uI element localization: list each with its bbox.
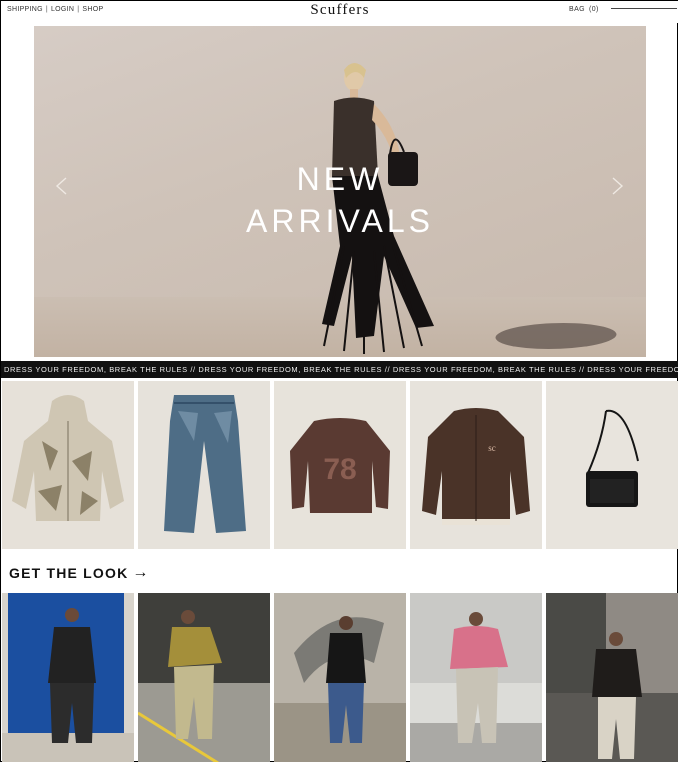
ticker-text: DRESS YOUR FREEDOM, BREAK THE RULES // D… — [4, 365, 678, 374]
chevron-left-icon[interactable] — [54, 176, 72, 195]
look-yellow-sweater-image — [138, 593, 270, 762]
camo-hoodie-image — [2, 381, 134, 549]
marquee-ticker: DRESS YOUR FREEDOM, BREAK THE RULES // D… — [1, 361, 678, 378]
bag-button[interactable]: BAG (0) — [569, 6, 677, 13]
product-card-denim-jeans[interactable] — [138, 381, 270, 549]
bag-count: (0) — [588, 6, 599, 13]
product-card-camo-hoodie[interactable] — [2, 381, 134, 549]
product-card-sweater-78[interactable]: 78 — [274, 381, 406, 549]
get-the-look-link[interactable]: GET THE LOOK → — [9, 564, 150, 582]
looks-grid — [1, 593, 678, 762]
hero-banner[interactable]: NEW ARRIVALS — [34, 26, 646, 357]
hero-title-line1: NEW — [296, 161, 384, 197]
svg-text:sc: sc — [488, 443, 496, 453]
get-the-look-label: GET THE LOOK — [9, 565, 129, 581]
product-grid: 78 sc — [1, 381, 678, 549]
look-card-blue-door[interactable] — [2, 593, 134, 762]
product-card-crossbody-bag[interactable] — [546, 381, 678, 549]
top-bar: SHIPPING | LOGIN | SHOP Scuffers BAG (0) — [1, 1, 678, 23]
look-sculpture-image — [274, 593, 406, 762]
sweater-78-image: 78 — [274, 381, 406, 549]
look-card-leather-jacket[interactable] — [546, 593, 678, 762]
chevron-right-icon[interactable] — [611, 176, 629, 195]
look-leather-jacket-image — [546, 593, 678, 762]
denim-jeans-image — [138, 381, 270, 549]
leather-varsity-jacket-image: sc — [410, 381, 542, 549]
search-underline[interactable] — [610, 8, 677, 9]
look-card-sculpture[interactable] — [274, 593, 406, 762]
arrow-right-icon: → — [132, 564, 150, 581]
look-blue-door-image — [2, 593, 134, 762]
look-card-pink-hoodie[interactable] — [410, 593, 542, 762]
look-card-yellow-sweater[interactable] — [138, 593, 270, 762]
bag-label: BAG — [569, 6, 585, 13]
crossbody-bag-image — [546, 381, 678, 549]
svg-text:78: 78 — [323, 453, 356, 486]
product-card-leather-varsity-jacket[interactable]: sc — [410, 381, 542, 549]
hero-title-line2: ARRIVALS — [246, 203, 434, 239]
look-pink-hoodie-image — [410, 593, 542, 762]
